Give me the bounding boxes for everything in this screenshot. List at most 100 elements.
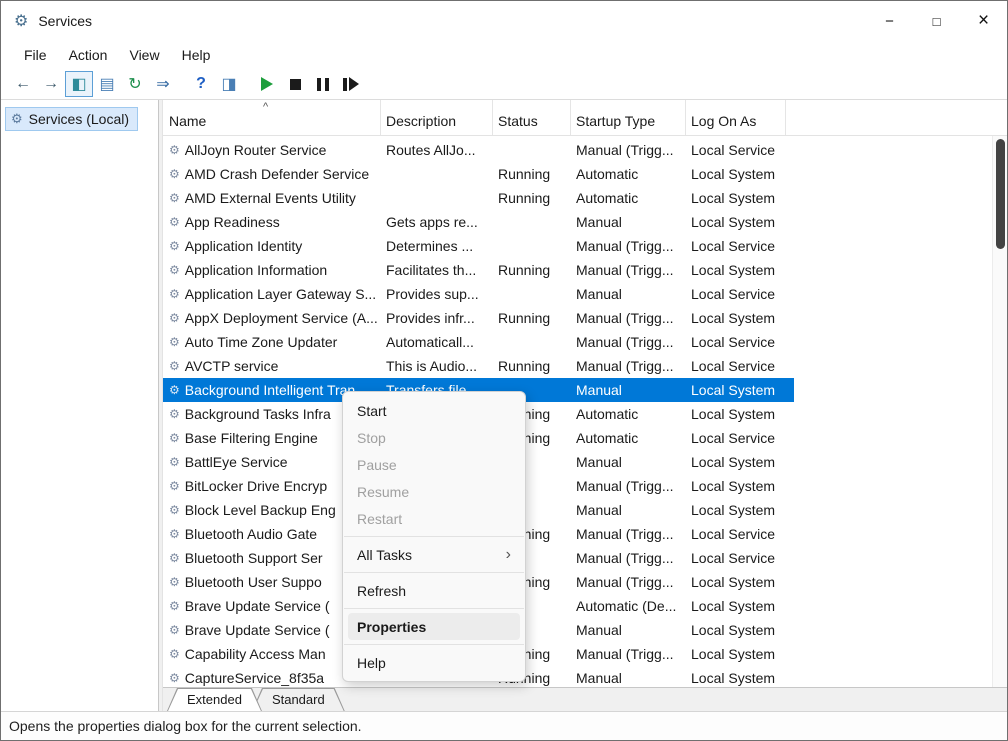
start-service-button[interactable] (253, 71, 281, 97)
service-gear-icon: ⚙ (169, 239, 180, 253)
sort-ascending-icon: ^ (263, 101, 268, 113)
service-gear-icon: ⚙ (169, 191, 180, 205)
close-button[interactable]: × (960, 1, 1007, 41)
table-row[interactable]: ⚙AMD Crash Defender ServiceRunningAutoma… (163, 162, 794, 186)
service-name-cell: ⚙AppX Deployment Service (A... (163, 310, 381, 326)
service-name: AppX Deployment Service (A... (185, 310, 378, 326)
minimize-button[interactable]: − (866, 1, 913, 41)
service-name: Bluetooth Support Ser (185, 550, 323, 566)
service-startup-type: Automatic (De... (571, 598, 686, 614)
menu-view[interactable]: View (118, 43, 170, 67)
service-startup-type: Manual (571, 622, 686, 638)
service-description: Provides sup... (381, 286, 493, 302)
service-name: Brave Update Service ( (185, 622, 330, 638)
table-row[interactable]: ⚙Application IdentityDetermines ...Manua… (163, 234, 794, 258)
refresh-toolbar-button[interactable]: ↻ (121, 71, 149, 97)
service-name: Bluetooth User Suppo (185, 574, 322, 590)
table-row[interactable]: ⚙Auto Time Zone UpdaterAutomaticall...Ma… (163, 330, 794, 354)
table-row[interactable]: ⚙AVCTP serviceThis is Audio...RunningMan… (163, 354, 794, 378)
service-log-on-as: Local Service (686, 238, 786, 254)
service-startup-type: Automatic (571, 430, 686, 446)
context-menu-item-properties[interactable]: Properties (348, 613, 520, 640)
service-name: BitLocker Drive Encryp (185, 478, 327, 494)
menu-file[interactable]: File (13, 43, 58, 67)
service-name: Bluetooth Audio Gate (185, 526, 317, 542)
menu-help[interactable]: Help (171, 43, 222, 67)
status-bar: Opens the properties dialog box for the … (1, 711, 1007, 740)
properties-sheet-icon: ▤ (99, 74, 114, 94)
app-gear-icon: ⚙ (14, 11, 28, 31)
context-menu-item-label: Resume (357, 484, 409, 500)
maximize-button[interactable]: □ (913, 1, 960, 41)
column-header-startup-type[interactable]: Startup Type (571, 100, 686, 135)
column-header-status[interactable]: Status (493, 100, 571, 135)
service-log-on-as: Local System (686, 190, 786, 206)
service-name-cell: ⚙AMD External Events Utility (163, 190, 381, 206)
resume-service-button[interactable] (337, 71, 365, 97)
toolbar-separator (177, 84, 187, 85)
table-row[interactable]: ⚙Application Layer Gateway S...Provides … (163, 282, 794, 306)
column-header-log-on-as[interactable]: Log On As (686, 100, 786, 135)
export-list-button[interactable]: ⇒ (149, 71, 177, 97)
forward-button[interactable]: → (37, 71, 65, 97)
column-header-description[interactable]: Description (381, 100, 493, 135)
stop-service-button[interactable] (281, 71, 309, 97)
console-tree-icon: ◧ (71, 74, 86, 94)
table-row[interactable]: ⚙AllJoyn Router ServiceRoutes AllJo...Ma… (163, 138, 794, 162)
service-startup-type: Automatic (571, 406, 686, 422)
menu-action[interactable]: Action (58, 43, 119, 67)
service-startup-type: Manual (Trigg... (571, 238, 686, 254)
services-tree-icon: ⚙ (11, 111, 23, 127)
column-header-name[interactable]: Name (163, 100, 381, 135)
console-tree-pane: ⚙ Services (Local) (1, 100, 159, 711)
table-row[interactable]: ⚙App ReadinessGets apps re...ManualLocal… (163, 210, 794, 234)
back-button[interactable]: ← (9, 71, 37, 97)
tab-extended[interactable]: Extended (167, 688, 262, 711)
context-menu-item-all-tasks[interactable]: All Tasks› (348, 541, 520, 568)
submenu-chevron-icon: › (506, 546, 511, 564)
properties-toolbar-button[interactable]: ▤ (93, 71, 121, 97)
show-console-tree-button[interactable]: ◧ (65, 71, 93, 97)
tree-item-services-local[interactable]: ⚙ Services (Local) (5, 107, 138, 131)
toolbar: ← → ◧ ▤ ↻ ⇒?◨ (1, 69, 1007, 100)
service-description: Routes AllJo... (381, 142, 493, 158)
table-row[interactable]: ⚙Application InformationFacilitates th..… (163, 258, 794, 282)
context-menu-item-refresh[interactable]: Refresh (348, 577, 520, 604)
service-log-on-as: Local System (686, 622, 786, 638)
service-name: CaptureService_8f35a (185, 670, 324, 686)
service-gear-icon: ⚙ (169, 263, 180, 277)
scrollbar-thumb[interactable] (996, 139, 1005, 249)
forward-arrow-icon: → (43, 75, 59, 93)
tab-standard-label: Standard (272, 692, 325, 707)
resume-icon (343, 77, 359, 91)
service-log-on-as: Local System (686, 598, 786, 614)
service-name: AllJoyn Router Service (185, 142, 327, 158)
service-gear-icon: ⚙ (169, 335, 180, 349)
context-menu-item-start[interactable]: Start (348, 397, 520, 424)
context-menu-item-help[interactable]: Help (348, 649, 520, 676)
refresh-icon: ↻ (128, 74, 141, 94)
vertical-scrollbar[interactable] (992, 136, 1007, 687)
window-controls: − □ × (866, 1, 1007, 41)
service-startup-type: Manual (Trigg... (571, 358, 686, 374)
service-name: Block Level Backup Eng (185, 502, 336, 518)
service-description: Determines ... (381, 238, 493, 254)
tab-standard[interactable]: Standard (252, 688, 345, 711)
service-log-on-as: Local System (686, 670, 786, 686)
pause-service-button[interactable] (309, 71, 337, 97)
context-menu-item-label: Help (357, 655, 386, 671)
menubar: File Action View Help (1, 41, 1007, 69)
help-button[interactable]: ? (187, 71, 215, 97)
service-log-on-as: Local System (686, 310, 786, 326)
table-row[interactable]: ⚙AMD External Events UtilityRunningAutom… (163, 186, 794, 210)
standard-view-button[interactable]: ◨ (215, 71, 243, 97)
service-log-on-as: Local Service (686, 550, 786, 566)
service-rows: ⚙ AllJoyn Router Service Routes AllJo... Ma… (163, 136, 1007, 687)
service-startup-type: Manual (Trigg... (571, 478, 686, 494)
back-arrow-icon: ← (15, 75, 31, 93)
service-description: Gets apps re... (381, 214, 493, 230)
service-name: Capability Access Man (185, 646, 326, 662)
service-log-on-as: Local System (686, 214, 786, 230)
service-log-on-as: Local System (686, 646, 786, 662)
table-row[interactable]: ⚙AppX Deployment Service (A...Provides i… (163, 306, 794, 330)
